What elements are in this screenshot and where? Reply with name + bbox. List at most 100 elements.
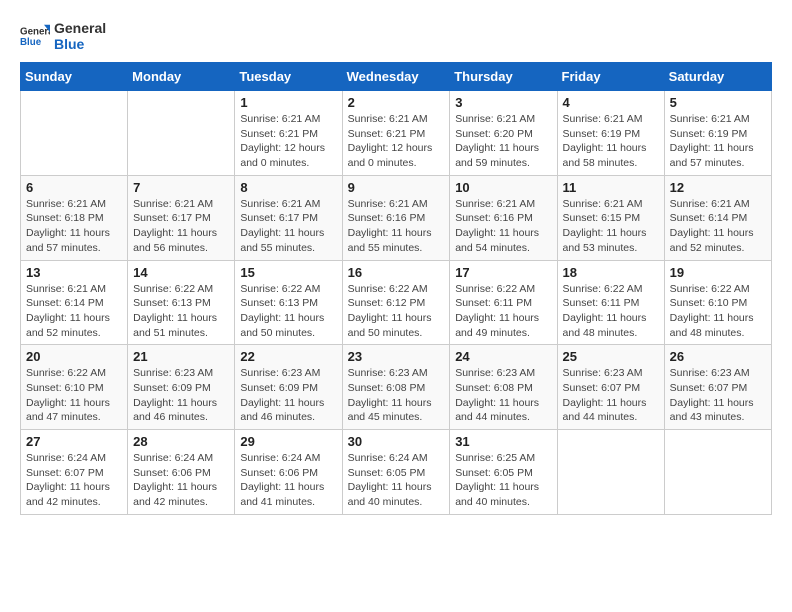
- day-number: 17: [455, 265, 551, 280]
- day-info: Sunrise: 6:22 AM Sunset: 6:13 PM Dayligh…: [133, 282, 229, 341]
- day-number: 3: [455, 95, 551, 110]
- header-row: Sunday Monday Tuesday Wednesday Thursday…: [21, 63, 772, 91]
- day-cell: 8 Sunrise: 6:21 AM Sunset: 6:17 PM Daylig…: [235, 175, 342, 260]
- day-cell: 17 Sunrise: 6:22 AM Sunset: 6:11 PM Dayli…: [450, 260, 557, 345]
- day-info: Sunrise: 6:22 AM Sunset: 6:12 PM Dayligh…: [348, 282, 445, 341]
- header-tuesday: Tuesday: [235, 63, 342, 91]
- day-info: Sunrise: 6:21 AM Sunset: 6:17 PM Dayligh…: [240, 197, 336, 256]
- day-number: 23: [348, 349, 445, 364]
- day-info: Sunrise: 6:21 AM Sunset: 6:19 PM Dayligh…: [563, 112, 659, 171]
- day-cell: [21, 91, 128, 176]
- day-info: Sunrise: 6:21 AM Sunset: 6:16 PM Dayligh…: [455, 197, 551, 256]
- day-number: 15: [240, 265, 336, 280]
- day-info: Sunrise: 6:24 AM Sunset: 6:06 PM Dayligh…: [133, 451, 229, 510]
- day-cell: 22 Sunrise: 6:23 AM Sunset: 6:09 PM Dayli…: [235, 345, 342, 430]
- day-info: Sunrise: 6:23 AM Sunset: 6:09 PM Dayligh…: [240, 366, 336, 425]
- day-number: 25: [563, 349, 659, 364]
- day-cell: 29 Sunrise: 6:24 AM Sunset: 6:06 PM Dayli…: [235, 430, 342, 515]
- day-info: Sunrise: 6:21 AM Sunset: 6:18 PM Dayligh…: [26, 197, 122, 256]
- day-number: 14: [133, 265, 229, 280]
- day-cell: 26Sunrise: 6:23 AM Sunset: 6:07 PM Dayli…: [664, 345, 771, 430]
- day-number: 31: [455, 434, 551, 449]
- day-cell: 28Sunrise: 6:24 AM Sunset: 6:06 PM Dayli…: [128, 430, 235, 515]
- day-number: 4: [563, 95, 659, 110]
- day-cell: 4 Sunrise: 6:21 AM Sunset: 6:19 PM Daylig…: [557, 91, 664, 176]
- day-info: Sunrise: 6:21 AM Sunset: 6:16 PM Dayligh…: [348, 197, 445, 256]
- day-cell: 15 Sunrise: 6:22 AM Sunset: 6:13 PM Dayli…: [235, 260, 342, 345]
- day-info: Sunrise: 6:21 AM Sunset: 6:19 PM Dayligh…: [670, 112, 766, 171]
- day-info: Sunrise: 6:22 AM Sunset: 6:11 PM Dayligh…: [563, 282, 659, 341]
- calendar-table: Sunday Monday Tuesday Wednesday Thursday…: [20, 62, 772, 515]
- day-info: Sunrise: 6:22 AM Sunset: 6:10 PM Dayligh…: [26, 366, 122, 425]
- day-number: 16: [348, 265, 445, 280]
- day-info: Sunrise: 6:22 AM Sunset: 6:11 PM Dayligh…: [455, 282, 551, 341]
- day-cell: 14 Sunrise: 6:22 AM Sunset: 6:13 PM Dayli…: [128, 260, 235, 345]
- day-cell: [664, 430, 771, 515]
- day-info: Sunrise: 6:21 AM Sunset: 6:21 PM Dayligh…: [348, 112, 445, 171]
- page-header: General Blue General Blue: [20, 20, 772, 52]
- day-info: Sunrise: 6:21 AM Sunset: 6:14 PM Dayligh…: [670, 197, 766, 256]
- day-cell: 27 Sunrise: 6:24 AM Sunset: 6:07 PM Dayli…: [21, 430, 128, 515]
- day-number: 11: [563, 180, 659, 195]
- day-number: 6: [26, 180, 122, 195]
- header-monday: Monday: [128, 63, 235, 91]
- day-number: 24: [455, 349, 551, 364]
- day-info: Sunrise: 6:21 AM Sunset: 6:15 PM Dayligh…: [563, 197, 659, 256]
- day-cell: 7 Sunrise: 6:21 AM Sunset: 6:17 PM Daylig…: [128, 175, 235, 260]
- day-cell: 6 Sunrise: 6:21 AM Sunset: 6:18 PM Daylig…: [21, 175, 128, 260]
- logo-icon: General Blue: [20, 21, 50, 51]
- day-number: 7: [133, 180, 229, 195]
- day-cell: 24Sunrise: 6:23 AM Sunset: 6:08 PM Dayli…: [450, 345, 557, 430]
- day-info: Sunrise: 6:22 AM Sunset: 6:13 PM Dayligh…: [240, 282, 336, 341]
- day-cell: 30 Sunrise: 6:24 AM Sunset: 6:05 PM Dayli…: [342, 430, 450, 515]
- day-info: Sunrise: 6:21 AM Sunset: 6:20 PM Dayligh…: [455, 112, 551, 171]
- day-info: Sunrise: 6:24 AM Sunset: 6:06 PM Dayligh…: [240, 451, 336, 510]
- logo-text-blue: Blue: [54, 36, 106, 52]
- day-cell: 31 Sunrise: 6:25 AM Sunset: 6:05 PM Dayli…: [450, 430, 557, 515]
- day-cell: 20 Sunrise: 6:22 AM Sunset: 6:10 PM Dayli…: [21, 345, 128, 430]
- day-cell: 1 Sunrise: 6:21 AM Sunset: 6:21 PM Daylig…: [235, 91, 342, 176]
- day-number: 18: [563, 265, 659, 280]
- header-thursday: Thursday: [450, 63, 557, 91]
- day-info: Sunrise: 6:23 AM Sunset: 6:09 PM Dayligh…: [133, 366, 229, 425]
- day-cell: 23Sunrise: 6:23 AM Sunset: 6:08 PM Dayli…: [342, 345, 450, 430]
- day-cell: 5 Sunrise: 6:21 AM Sunset: 6:19 PM Daylig…: [664, 91, 771, 176]
- svg-text:General: General: [20, 27, 50, 38]
- day-info: Sunrise: 6:21 AM Sunset: 6:21 PM Dayligh…: [240, 112, 336, 171]
- day-cell: 18 Sunrise: 6:22 AM Sunset: 6:11 PM Dayli…: [557, 260, 664, 345]
- logo-text-general: General: [54, 20, 106, 36]
- day-cell: 12 Sunrise: 6:21 AM Sunset: 6:14 PM Dayli…: [664, 175, 771, 260]
- header-friday: Friday: [557, 63, 664, 91]
- day-number: 12: [670, 180, 766, 195]
- day-info: Sunrise: 6:21 AM Sunset: 6:17 PM Dayligh…: [133, 197, 229, 256]
- day-number: 27: [26, 434, 122, 449]
- day-cell: 11 Sunrise: 6:21 AM Sunset: 6:15 PM Dayli…: [557, 175, 664, 260]
- day-number: 30: [348, 434, 445, 449]
- day-number: 29: [240, 434, 336, 449]
- day-number: 5: [670, 95, 766, 110]
- week-row-3: 20 Sunrise: 6:22 AM Sunset: 6:10 PM Dayli…: [21, 345, 772, 430]
- day-cell: 10Sunrise: 6:21 AM Sunset: 6:16 PM Dayli…: [450, 175, 557, 260]
- day-number: 13: [26, 265, 122, 280]
- day-number: 1: [240, 95, 336, 110]
- day-info: Sunrise: 6:22 AM Sunset: 6:10 PM Dayligh…: [670, 282, 766, 341]
- day-cell: 9Sunrise: 6:21 AM Sunset: 6:16 PM Daylig…: [342, 175, 450, 260]
- header-wednesday: Wednesday: [342, 63, 450, 91]
- day-cell: 3 Sunrise: 6:21 AM Sunset: 6:20 PM Daylig…: [450, 91, 557, 176]
- day-cell: [557, 430, 664, 515]
- day-info: Sunrise: 6:24 AM Sunset: 6:07 PM Dayligh…: [26, 451, 122, 510]
- day-number: 21: [133, 349, 229, 364]
- day-info: Sunrise: 6:23 AM Sunset: 6:07 PM Dayligh…: [563, 366, 659, 425]
- day-info: Sunrise: 6:21 AM Sunset: 6:14 PM Dayligh…: [26, 282, 122, 341]
- logo: General Blue General Blue: [20, 20, 106, 52]
- day-number: 8: [240, 180, 336, 195]
- day-cell: 16 Sunrise: 6:22 AM Sunset: 6:12 PM Dayli…: [342, 260, 450, 345]
- day-cell: 21 Sunrise: 6:23 AM Sunset: 6:09 PM Dayli…: [128, 345, 235, 430]
- week-row-0: 1 Sunrise: 6:21 AM Sunset: 6:21 PM Daylig…: [21, 91, 772, 176]
- day-number: 19: [670, 265, 766, 280]
- day-info: Sunrise: 6:25 AM Sunset: 6:05 PM Dayligh…: [455, 451, 551, 510]
- day-number: 22: [240, 349, 336, 364]
- day-cell: 2Sunrise: 6:21 AM Sunset: 6:21 PM Daylig…: [342, 91, 450, 176]
- day-number: 20: [26, 349, 122, 364]
- day-info: Sunrise: 6:24 AM Sunset: 6:05 PM Dayligh…: [348, 451, 445, 510]
